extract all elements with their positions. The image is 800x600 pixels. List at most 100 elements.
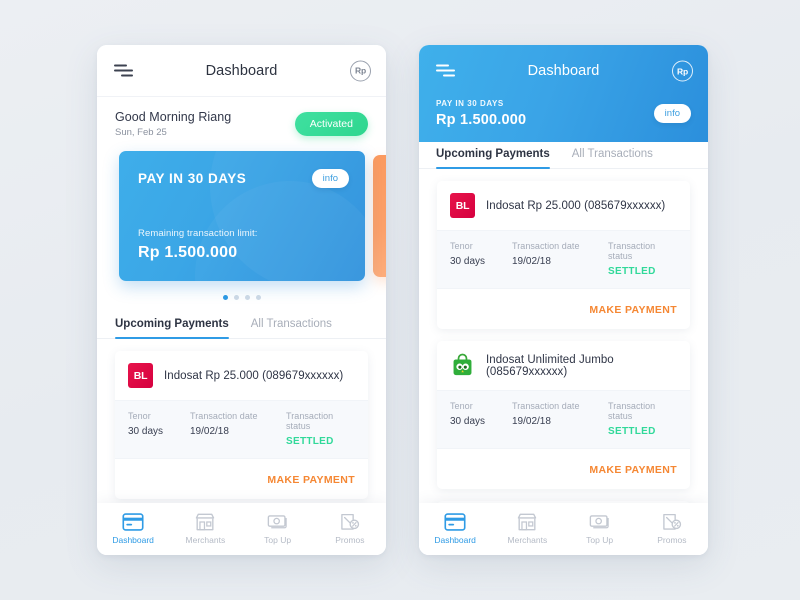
storefront-icon <box>196 513 215 531</box>
transaction-header: BL Indosat Rp 25.000 (085679xxxxxx) <box>437 181 690 230</box>
transaction-meta: Tenor 30 days Transaction date 19/02/18 … <box>437 230 690 289</box>
date-cell: Transaction date 19/02/18 <box>190 411 286 447</box>
tenor-value: 30 days <box>450 416 486 427</box>
hamburger-icon[interactable] <box>114 64 133 77</box>
greeting-name: Good Morning Riang <box>115 110 232 124</box>
nav-item-topup[interactable]: Top Up <box>242 513 314 545</box>
nav-item-dashboard[interactable]: Dashboard <box>419 513 491 545</box>
transaction-header: BL Indosat Rp 25.000 (089679xxxxxx) <box>115 351 368 400</box>
date-label: Transaction date <box>190 411 258 421</box>
left-tabs: Upcoming Payments All Transactions <box>97 312 386 339</box>
nav-label-dashboard: Dashboard <box>112 535 154 545</box>
status-badge: SETTLED <box>286 436 334 447</box>
tenor-cell: Tenor 30 days <box>450 241 512 277</box>
nav-item-promos[interactable]: Promos <box>636 513 708 545</box>
right-screen: Dashboard Rp PAY IN 30 DAYS Rp 1.500.000… <box>419 45 708 555</box>
limit-label: Remaining transaction limit: <box>138 228 258 239</box>
banknotes-icon <box>267 515 287 529</box>
status-cell: Transaction status SETTLED <box>608 241 677 277</box>
table-row[interactable]: Indosat Unlimited Jumbo (085679xxxxxx) T… <box>437 341 690 489</box>
greeting-row: Good Morning Riang Sun, Feb 25 Activated <box>97 97 386 138</box>
hero-card-top: PAY IN 30 DAYS info <box>119 151 365 188</box>
nav-item-promos[interactable]: Promos <box>314 513 386 545</box>
summary-amount: Rp 1.500.000 <box>436 112 527 128</box>
nav-label-topup: Top Up <box>586 535 614 545</box>
hero-title: PAY IN 30 DAYS <box>138 171 247 186</box>
tenor-cell: Tenor 30 days <box>128 411 190 447</box>
right-bottom-nav: Dashboard Merchants Top Up Promos <box>419 503 708 555</box>
transaction-title: Indosat Rp 25.000 (085679xxxxxx) <box>486 199 666 212</box>
right-header: Dashboard Rp PAY IN 30 DAYS Rp 1.500.000… <box>419 45 708 142</box>
transaction-meta: Tenor 30 days Transaction date 19/02/18 … <box>437 390 690 449</box>
status-cell: Transaction status SETTLED <box>286 411 355 447</box>
tenor-value: 30 days <box>450 256 486 267</box>
tab-all-transactions[interactable]: All Transactions <box>572 142 653 168</box>
date-cell: Transaction date 19/02/18 <box>512 241 608 277</box>
discount-tag-icon <box>341 513 360 530</box>
make-payment-button[interactable]: MAKE PAYMENT <box>589 304 677 316</box>
rp-circle-icon[interactable]: Rp <box>672 60 693 82</box>
status-label: Transaction status <box>608 401 656 421</box>
make-payment-button[interactable]: MAKE PAYMENT <box>589 464 677 476</box>
status-label: Transaction status <box>608 241 656 261</box>
hero-card-pay-in-30-days[interactable]: PAY IN 30 DAYS info Remaining transactio… <box>119 151 365 281</box>
tab-upcoming-payments[interactable]: Upcoming Payments <box>436 142 550 169</box>
tenor-label: Tenor <box>450 241 473 251</box>
nav-label-promos: Promos <box>657 535 687 545</box>
carousel-dot-2[interactable] <box>233 295 239 300</box>
banknotes-icon <box>589 515 609 529</box>
status-cell: Transaction status SETTLED <box>608 401 677 437</box>
status-badge: Activated <box>294 112 368 136</box>
phone-mockup-left: Dashboard Rp Good Morning Riang Sun, Feb… <box>97 45 386 555</box>
nav-label-dashboard: Dashboard <box>434 535 476 545</box>
right-transaction-list: BL Indosat Rp 25.000 (085679xxxxxx) Teno… <box>419 169 708 555</box>
greeting-block: Good Morning Riang Sun, Feb 25 <box>115 110 231 138</box>
date-value: 19/02/18 <box>512 416 551 427</box>
date-cell: Transaction date 19/02/18 <box>512 401 608 437</box>
date-value: 19/02/18 <box>512 256 551 267</box>
nav-item-dashboard[interactable]: Dashboard <box>97 513 169 545</box>
greeting-date: Sun, Feb 25 <box>115 127 167 138</box>
info-button[interactable]: info <box>311 169 349 188</box>
bukalapak-logo-icon: BL <box>128 363 153 388</box>
hero-card-next-peek[interactable] <box>373 155 386 277</box>
hamburger-icon[interactable] <box>436 64 455 78</box>
transaction-title: Indosat Rp 25.000 (089679xxxxxx) <box>164 369 344 382</box>
phone-mockup-right: Dashboard Rp PAY IN 30 DAYS Rp 1.500.000… <box>419 45 708 555</box>
carousel-dot-1[interactable] <box>222 295 228 300</box>
carousel-dot-3[interactable] <box>244 295 250 300</box>
table-row[interactable]: BL Indosat Rp 25.000 (089679xxxxxx) Teno… <box>115 351 368 499</box>
hero-carousel[interactable]: PAY IN 30 DAYS info Remaining transactio… <box>97 151 386 286</box>
nav-label-topup: Top Up <box>264 535 292 545</box>
transaction-title: Indosat Unlimited Jumbo (085679xxxxxx) <box>486 353 614 378</box>
nav-label-promos: Promos <box>335 535 365 545</box>
tab-upcoming-payments[interactable]: Upcoming Payments <box>115 312 229 339</box>
rp-circle-icon[interactable]: Rp <box>350 60 371 81</box>
transaction-header: Indosat Unlimited Jumbo (085679xxxxxx) <box>437 341 690 390</box>
credit-card-icon <box>122 513 144 531</box>
tab-all-transactions[interactable]: All Transactions <box>251 312 332 338</box>
hero-card-bottom: Remaining transaction limit: Rp 1.500.00… <box>119 228 365 262</box>
nav-label-merchants: Merchants <box>185 535 226 545</box>
nav-item-topup[interactable]: Top Up <box>564 513 636 545</box>
date-label: Transaction date <box>512 401 580 411</box>
info-button[interactable]: info <box>653 104 691 123</box>
credit-card-icon <box>444 513 466 531</box>
right-body: Upcoming Payments All Transactions BL In… <box>419 142 708 555</box>
left-screen: Dashboard Rp Good Morning Riang Sun, Feb… <box>97 45 386 555</box>
page-title: Dashboard <box>527 63 600 79</box>
nav-item-merchants[interactable]: Merchants <box>491 513 563 545</box>
nav-item-merchants[interactable]: Merchants <box>169 513 241 545</box>
storefront-icon <box>518 513 537 531</box>
carousel-dots[interactable] <box>97 295 386 300</box>
summary-row: PAY IN 30 DAYS Rp 1.500.000 info <box>419 97 708 128</box>
tokopedia-logo-icon <box>450 353 475 378</box>
right-topbar: Dashboard Rp <box>419 45 708 97</box>
make-payment-button[interactable]: MAKE PAYMENT <box>267 474 355 486</box>
carousel-dot-4[interactable] <box>255 295 261 300</box>
summary-label: PAY IN 30 DAYS <box>436 99 504 108</box>
table-row[interactable]: BL Indosat Rp 25.000 (085679xxxxxx) Teno… <box>437 181 690 329</box>
limit-value: Rp 1.500.000 <box>138 244 238 261</box>
tenor-label: Tenor <box>450 401 473 411</box>
transaction-action: MAKE PAYMENT <box>437 449 690 489</box>
